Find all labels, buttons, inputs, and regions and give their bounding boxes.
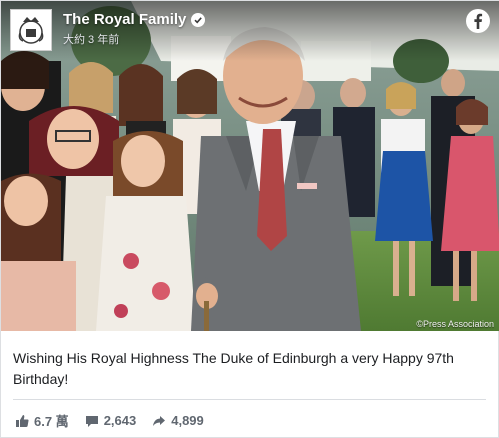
thumbs-up-icon <box>16 414 29 427</box>
comments-count[interactable]: 2,643 <box>85 413 137 428</box>
royal-crest-icon <box>18 17 44 44</box>
post-stats: 6.7 萬 2,643 4,899 <box>15 411 204 430</box>
likes-value: 6.7 萬 <box>34 414 69 429</box>
page-name-link[interactable]: The Royal Family <box>63 11 206 28</box>
facebook-icon[interactable] <box>466 9 490 33</box>
share-arrow-icon <box>153 415 166 426</box>
photo-credit: ©Press Association <box>416 319 494 329</box>
verified-badge-icon <box>191 12 206 27</box>
facebook-post: The Royal Family 大約 3 年前 ©Press Associat… <box>0 0 499 438</box>
comment-icon <box>85 415 98 427</box>
post-timestamp[interactable]: 大約 3 年前 <box>63 31 119 47</box>
comments-value: 2,643 <box>103 413 137 428</box>
post-message: Wishing His Royal Highness The Duke of E… <box>13 350 454 387</box>
divider <box>13 399 486 400</box>
page-name[interactable]: The Royal Family <box>63 11 186 28</box>
shares-count[interactable]: 4,899 <box>152 413 204 428</box>
page-avatar[interactable] <box>10 9 52 51</box>
shares-value: 4,899 <box>171 413 204 428</box>
likes-count[interactable]: 6.7 萬 <box>15 411 69 430</box>
post-header: The Royal Family 大約 3 年前 <box>1 1 499 61</box>
